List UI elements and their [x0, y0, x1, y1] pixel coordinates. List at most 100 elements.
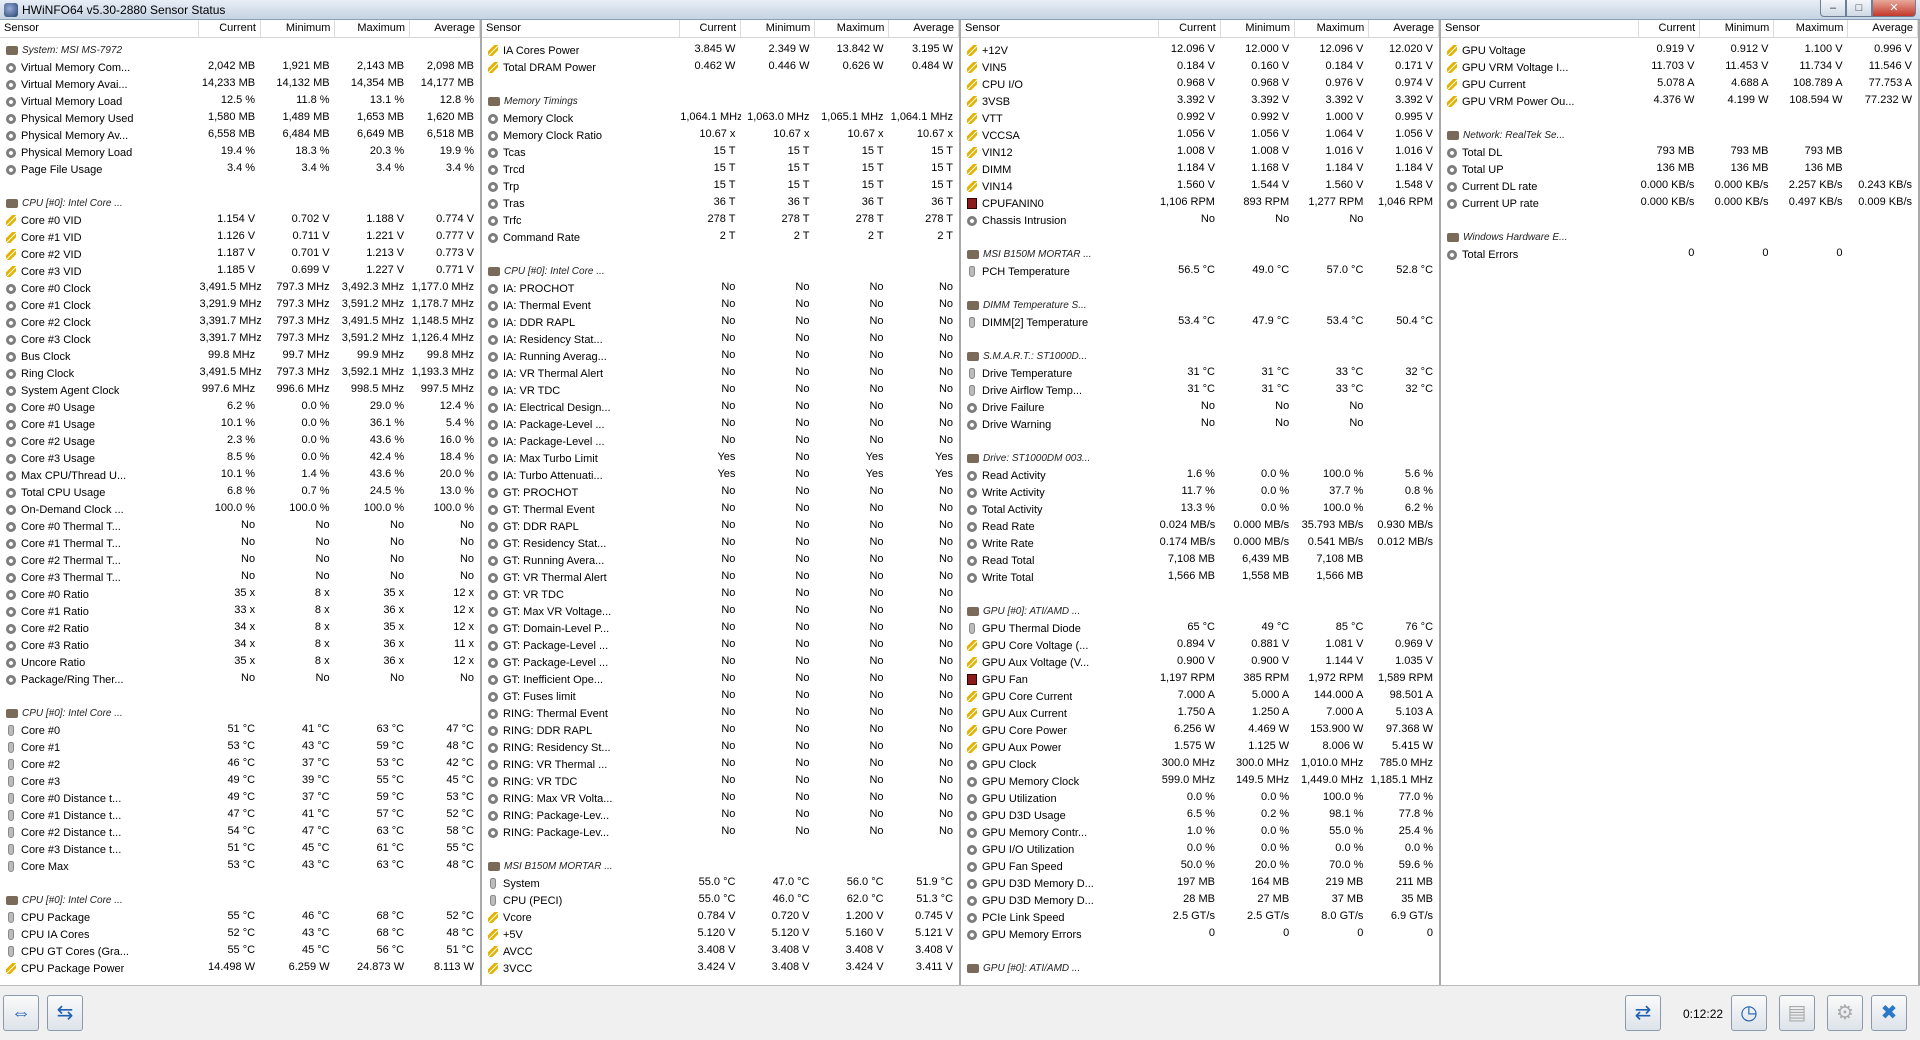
- sensor-row[interactable]: CPU Package 55 °C 46 °C 68 °C 52 °C: [0, 909, 480, 926]
- sensor-panel-2[interactable]: Sensor Current Minimum Maximum Average IA Cor…: [482, 20, 961, 985]
- sensor-row[interactable]: Core #0 Clock 3,491.5 MHz 797.3 MHz 3,492.3…: [0, 280, 480, 297]
- sensor-row[interactable]: Core #1 Thermal T... No No No No: [0, 535, 480, 552]
- header-sensor[interactable]: Sensor: [482, 20, 680, 37]
- sensor-row[interactable]: Physical Memory Load 19.4 % 18.3 % 20.3 % 19…: [0, 144, 480, 161]
- sensor-row[interactable]: Total DL 793 MB 793 MB 793 MB: [1441, 144, 1918, 161]
- sensor-row[interactable]: GPU Core Power 6.256 W 4.469 W 153.900 W 97.…: [961, 722, 1439, 739]
- sensor-group-header[interactable]: GPU [#0]: ATI/AMD ...: [961, 603, 1439, 620]
- header-minimum[interactable]: Minimum: [741, 20, 816, 37]
- sensor-row[interactable]: Core #0 Thermal T... No No No No: [0, 518, 480, 535]
- sensor-row[interactable]: IA: Thermal Event No No No No: [482, 297, 959, 314]
- sensor-row[interactable]: IA: Package-Level ... No No No No: [482, 433, 959, 450]
- sensor-row[interactable]: PCH Temperature 56.5 °C 49.0 °C 57.0 °C 52.8…: [961, 263, 1439, 280]
- sensor-row[interactable]: CPU Package Power 14.498 W 6.259 W 24.873 W…: [0, 960, 480, 977]
- sensor-row[interactable]: Memory Clock 1,064.1 MHz 1,063.0 MHz 1,065.…: [482, 110, 959, 127]
- close-sensors-button[interactable]: ✖: [1871, 995, 1907, 1031]
- sensor-row[interactable]: GT: Thermal Event No No No No: [482, 501, 959, 518]
- sensor-row[interactable]: Core #1 Usage 10.1 % 0.0 % 36.1 % 5.4 %: [0, 416, 480, 433]
- sensor-group-header[interactable]: MSI B150M MORTAR ...: [961, 246, 1439, 263]
- sensor-row[interactable]: GPU Fan Speed 50.0 % 20.0 % 70.0 % 59.6 %: [961, 858, 1439, 875]
- sensor-row[interactable]: GT: Running Avera... No No No No: [482, 552, 959, 569]
- collapse-columns-button[interactable]: ⇆: [47, 995, 83, 1031]
- sensor-row[interactable]: RING: Max VR Volta... No No No No: [482, 790, 959, 807]
- sensor-row[interactable]: GPU Aux Current 1.750 A 1.250 A 7.000 A 5.10…: [961, 705, 1439, 722]
- sensor-row[interactable]: GT: Fuses limit No No No No: [482, 688, 959, 705]
- sensor-row[interactable]: IA: PROCHOT No No No No: [482, 280, 959, 297]
- header-maximum[interactable]: Maximum: [1295, 20, 1370, 37]
- sensor-row[interactable]: Core #2 46 °C 37 °C 53 °C 42 °C: [0, 756, 480, 773]
- sensor-row[interactable]: VTT 0.992 V 0.992 V 1.000 V 0.995 V: [961, 110, 1439, 127]
- sensor-row[interactable]: Core #3 Usage 8.5 % 0.0 % 42.4 % 18.4 %: [0, 450, 480, 467]
- sensor-row[interactable]: Drive Airflow Temp... 31 °C 31 °C 33 °C 32 °…: [961, 382, 1439, 399]
- header-average[interactable]: Average: [889, 20, 959, 37]
- header-sensor[interactable]: Sensor: [1441, 20, 1639, 37]
- header-current[interactable]: Current: [199, 20, 261, 37]
- sensor-row[interactable]: Command Rate 2 T 2 T 2 T 2 T: [482, 229, 959, 246]
- sensor-row[interactable]: +12V 12.096 V 12.000 V 12.096 V 12.020 V: [961, 42, 1439, 59]
- sensor-row[interactable]: Virtual Memory Load 12.5 % 11.8 % 13.1 % 12.…: [0, 93, 480, 110]
- sensor-row[interactable]: CPU GT Cores (Gra... 55 °C 45 °C 56 °C 51 °C: [0, 943, 480, 960]
- sensor-row[interactable]: GT: Inefficient Ope... No No No No: [482, 671, 959, 688]
- sensor-row[interactable]: Core #1 Clock 3,291.9 MHz 797.3 MHz 3,591.2…: [0, 297, 480, 314]
- sensor-row[interactable]: VIN5 0.184 V 0.160 V 0.184 V 0.171 V: [961, 59, 1439, 76]
- sensor-row[interactable]: RING: DDR RAPL No No No No: [482, 722, 959, 739]
- minimize-button[interactable]: –: [1820, 0, 1846, 17]
- sensor-row[interactable]: VIN12 1.008 V 1.008 V 1.016 V 1.016 V: [961, 144, 1439, 161]
- sensor-row[interactable]: Core #3 Distance t... 51 °C 45 °C 61 °C 55 °…: [0, 841, 480, 858]
- sensor-row[interactable]: IA: Electrical Design... No No No No: [482, 399, 959, 416]
- sensor-row[interactable]: RING: VR TDC No No No No: [482, 773, 959, 790]
- sensor-row[interactable]: Bus Clock 99.8 MHz 99.7 MHz 99.9 MHz 99.8 MH…: [0, 348, 480, 365]
- sensor-row[interactable]: RING: Residency St... No No No No: [482, 739, 959, 756]
- header-sensor[interactable]: Sensor: [961, 20, 1160, 37]
- sensor-row[interactable]: Ring Clock 3,491.5 MHz 797.3 MHz 3,592.1 MH…: [0, 365, 480, 382]
- sensor-group-header[interactable]: DIMM Temperature S...: [961, 297, 1439, 314]
- sensor-row[interactable]: 3VSB 3.392 V 3.392 V 3.392 V 3.392 V: [961, 93, 1439, 110]
- sensor-row[interactable]: System 55.0 °C 47.0 °C 56.0 °C 51.9 °C: [482, 875, 959, 892]
- logging-button[interactable]: ▤: [1779, 995, 1815, 1031]
- sensor-row[interactable]: Trfc 278 T 278 T 278 T 278 T: [482, 212, 959, 229]
- sensor-row[interactable]: GPU Aux Voltage (V... 0.900 V 0.900 V 1.144…: [961, 654, 1439, 671]
- sensor-row[interactable]: CPUFANIN0 1,106 RPM 893 RPM 1,277 RPM 1,046 …: [961, 195, 1439, 212]
- sensor-row[interactable]: GPU I/O Utilization 0.0 % 0.0 % 0.0 % 0.0 %: [961, 841, 1439, 858]
- maximize-button[interactable]: □: [1846, 0, 1872, 17]
- sensor-row[interactable]: CPU I/O 0.968 V 0.968 V 0.976 V 0.974 V: [961, 76, 1439, 93]
- sensor-group-header[interactable]: Drive: ST1000DM 003...: [961, 450, 1439, 467]
- sensor-row[interactable]: Read Total 7,108 MB 6,439 MB 7,108 MB: [961, 552, 1439, 569]
- sensor-row[interactable]: Core #0 VID 1.154 V 0.702 V 1.188 V 0.774 V: [0, 212, 480, 229]
- sensor-row[interactable]: GPU Utilization 0.0 % 0.0 % 100.0 % 77.0 %: [961, 790, 1439, 807]
- sensor-row[interactable]: GPU VRM Voltage I... 11.703 V 11.453 V 11.7…: [1441, 59, 1918, 76]
- sensor-row[interactable]: Tcas 15 T 15 T 15 T 15 T: [482, 144, 959, 161]
- sensor-row[interactable]: Write Total 1,566 MB 1,558 MB 1,566 MB: [961, 569, 1439, 586]
- sensor-row[interactable]: RING: Thermal Event No No No No: [482, 705, 959, 722]
- close-button[interactable]: ✕: [1872, 0, 1916, 17]
- sensor-row[interactable]: Page File Usage 3.4 % 3.4 % 3.4 % 3.4 %: [0, 161, 480, 178]
- header-current[interactable]: Current: [680, 20, 742, 37]
- sensor-row[interactable]: IA Cores Power 3.845 W 2.349 W 13.842 W 3.19…: [482, 42, 959, 59]
- sensor-row[interactable]: Total Activity 13.3 % 0.0 % 100.0 % 6.2 %: [961, 501, 1439, 518]
- sensor-row[interactable]: GT: Domain-Level P... No No No No: [482, 620, 959, 637]
- sensor-row[interactable]: CPU IA Cores 52 °C 43 °C 68 °C 48 °C: [0, 926, 480, 943]
- sensor-row[interactable]: Chassis Intrusion No No No: [961, 212, 1439, 229]
- sensor-row[interactable]: IA: Turbo Attenuati... Yes No Yes Yes: [482, 467, 959, 484]
- sensor-row[interactable]: GPU Thermal Diode 65 °C 49 °C 85 °C 76 °C: [961, 620, 1439, 637]
- sensor-row[interactable]: RING: Package-Lev... No No No No: [482, 824, 959, 841]
- sensor-row[interactable]: GPU D3D Memory D... 28 MB 27 MB 37 MB 35 MB: [961, 892, 1439, 909]
- sensor-row[interactable]: Virtual Memory Avai... 14,233 MB 14,132 MB…: [0, 76, 480, 93]
- sensor-row[interactable]: GPU Current 5.078 A 4.688 A 108.789 A 77.753…: [1441, 76, 1918, 93]
- sensor-row[interactable]: Physical Memory Av... 6,558 MB 6,484 MB 6,6…: [0, 127, 480, 144]
- sensor-group-header[interactable]: CPU [#0]: Intel Core ...: [0, 705, 480, 722]
- sensor-group-header[interactable]: System: MSI MS-7972: [0, 42, 480, 59]
- sensor-row[interactable]: GPU Aux Power 1.575 W 1.125 W 8.006 W 5.415 …: [961, 739, 1439, 756]
- sensor-group-header[interactable]: CPU [#0]: Intel Core ...: [0, 892, 480, 909]
- header-minimum[interactable]: Minimum: [1700, 20, 1775, 37]
- sensor-row[interactable]: Total CPU Usage 6.8 % 0.7 % 24.5 % 13.0 %: [0, 484, 480, 501]
- sensor-panel-4[interactable]: Sensor Current Minimum Maximum Average GPU Vo…: [1441, 20, 1920, 985]
- sensor-row[interactable]: GT: PROCHOT No No No No: [482, 484, 959, 501]
- sensor-group-header[interactable]: CPU [#0]: Intel Core ...: [482, 263, 959, 280]
- sensor-row[interactable]: Virtual Memory Com... 2,042 MB 1,921 MB 2,1…: [0, 59, 480, 76]
- sensor-row[interactable]: GT: Residency Stat... No No No No: [482, 535, 959, 552]
- sensor-row[interactable]: Core #1 VID 1.126 V 0.711 V 1.221 V 0.777 V: [0, 229, 480, 246]
- sensor-row[interactable]: Core #2 Usage 2.3 % 0.0 % 43.6 % 16.0 %: [0, 433, 480, 450]
- network-button[interactable]: ⇄: [1625, 995, 1661, 1031]
- sensor-row[interactable]: GPU D3D Memory D... 197 MB 164 MB 219 MB 211…: [961, 875, 1439, 892]
